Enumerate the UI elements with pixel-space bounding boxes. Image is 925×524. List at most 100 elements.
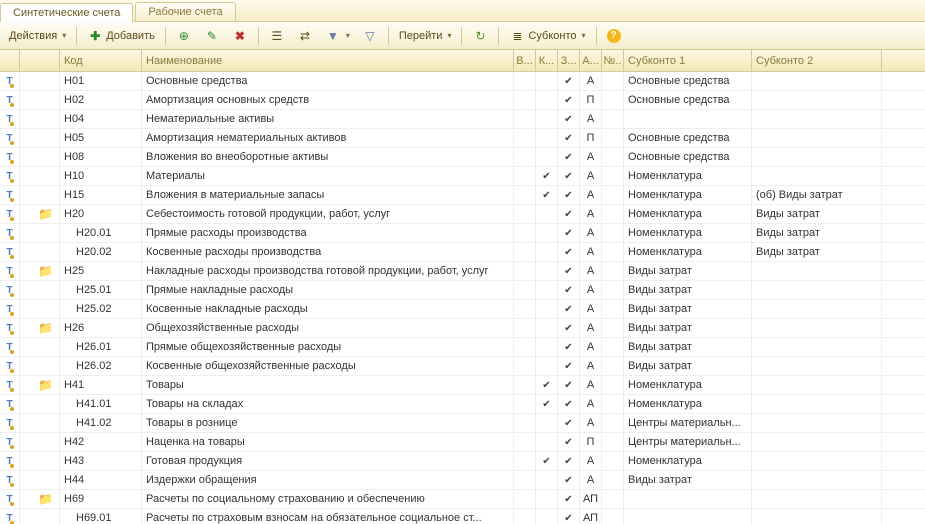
table-row[interactable]: TН26.02Косвенные общехозяйственные расхо… — [0, 357, 925, 376]
table-row[interactable]: TН10Материалы✔✔АНоменклатура — [0, 167, 925, 186]
s2-cell — [752, 338, 882, 356]
name-cell: Прямые общехозяйственные расходы — [142, 338, 514, 356]
delete-button[interactable]: ✖ — [227, 25, 253, 47]
col-folder[interactable] — [20, 50, 60, 71]
clear-filter-button[interactable]: ▽ — [357, 25, 383, 47]
row-type-icon: T — [0, 490, 20, 508]
col-k[interactable]: К... — [536, 50, 558, 71]
table-row[interactable]: TН44Издержки обращения✔АВиды затрат — [0, 471, 925, 490]
grid-body: TН01Основные средства✔АОсновные средства… — [0, 72, 925, 524]
z-cell: ✔ — [558, 205, 580, 223]
n-cell — [602, 452, 624, 470]
table-row[interactable]: TН20.02Косвенные расходы производства✔АН… — [0, 243, 925, 262]
table-row[interactable]: TН02Амортизация основных средств✔ПОсновн… — [0, 91, 925, 110]
table-row[interactable]: TН43Готовая продукция✔✔АНоменклатура — [0, 452, 925, 471]
v-cell — [514, 338, 536, 356]
table-row[interactable]: TН15Вложения в материальные запасы✔✔АНом… — [0, 186, 925, 205]
k-cell — [536, 471, 558, 489]
table-row[interactable]: T📁Н26Общехозяйственные расходы✔АВиды зат… — [0, 319, 925, 338]
table-row[interactable]: TН05Амортизация нематериальных активов✔П… — [0, 129, 925, 148]
n-cell — [602, 224, 624, 242]
table-row[interactable]: T📁Н41Товары✔✔АНоменклатура — [0, 376, 925, 395]
folder-cell: 📁 — [20, 376, 60, 394]
n-cell — [602, 414, 624, 432]
actions-menu[interactable]: Действия — [4, 27, 71, 45]
col-a[interactable]: А... — [580, 50, 602, 71]
check-icon: ✔ — [542, 380, 550, 391]
folder-cell — [20, 281, 60, 299]
v-cell — [514, 414, 536, 432]
tab-synthetic[interactable]: Синтетические счета — [0, 3, 133, 22]
row-type-icon: T — [0, 186, 20, 204]
name-cell: Общехозяйственные расходы — [142, 319, 514, 337]
v-cell — [514, 224, 536, 242]
table-row[interactable]: TН26.01Прямые общехозяйственные расходы✔… — [0, 338, 925, 357]
move-button[interactable]: ⇄ — [292, 25, 318, 47]
folder-cell — [20, 72, 60, 90]
s1-cell: Виды затрат — [624, 319, 752, 337]
name-cell: Косвенные накладные расходы — [142, 300, 514, 318]
k-cell — [536, 319, 558, 337]
col-z[interactable]: З... — [558, 50, 580, 71]
add-copy-button[interactable]: ⊕ — [171, 25, 197, 47]
hierarchy-button[interactable]: ☰ — [264, 25, 290, 47]
table-row[interactable]: T📁Н20Себестоимость готовой продукции, ра… — [0, 205, 925, 224]
code-cell: Н25.01 — [60, 281, 142, 299]
col-n[interactable]: №.. — [602, 50, 624, 71]
s1-cell: Основные средства — [624, 91, 752, 109]
check-icon: ✔ — [564, 190, 572, 201]
filter-button[interactable]: ▼ — [320, 25, 355, 47]
folder-cell: 📁 — [20, 205, 60, 223]
table-row[interactable]: TН42Наценка на товары✔ПЦентры материальн… — [0, 433, 925, 452]
name-cell: Товары — [142, 376, 514, 394]
folder-cell — [20, 414, 60, 432]
col-s2[interactable]: Субконто 2 — [752, 50, 882, 71]
v-cell — [514, 110, 536, 128]
a-cell: А — [580, 357, 602, 375]
s2-cell: (об) Виды затрат — [752, 186, 882, 204]
table-row[interactable]: TН69.01Расчеты по страховым взносам на о… — [0, 509, 925, 524]
check-icon: ✔ — [564, 399, 572, 410]
row-type-icon: T — [0, 224, 20, 242]
v-cell — [514, 281, 536, 299]
table-row[interactable]: TН25.02Косвенные накладные расходы✔АВиды… — [0, 300, 925, 319]
name-cell: Накладные расходы производства готовой п… — [142, 262, 514, 280]
name-cell: Товары в рознице — [142, 414, 514, 432]
row-type-icon: T — [0, 319, 20, 337]
k-cell: ✔ — [536, 167, 558, 185]
s1-cell: Номенклатура — [624, 395, 752, 413]
z-cell: ✔ — [558, 243, 580, 261]
row-type-icon: T — [0, 205, 20, 223]
col-code[interactable]: Код — [60, 50, 142, 71]
code-cell: Н26 — [60, 319, 142, 337]
table-row[interactable]: TН41.01Товары на складах✔✔АНоменклатура — [0, 395, 925, 414]
refresh-button[interactable]: ↻ — [467, 25, 493, 47]
table-row[interactable]: TН41.02Товары в рознице✔АЦентры материал… — [0, 414, 925, 433]
table-row[interactable]: T📁Н25Накладные расходы производства гото… — [0, 262, 925, 281]
z-cell: ✔ — [558, 395, 580, 413]
table-row[interactable]: TН08Вложения во внеоборотные активы✔АОсн… — [0, 148, 925, 167]
table-row[interactable]: TН20.01Прямые расходы производства✔АНоме… — [0, 224, 925, 243]
col-icon[interactable] — [0, 50, 20, 71]
s1-cell — [624, 110, 752, 128]
v-cell — [514, 433, 536, 451]
col-name[interactable]: Наименование — [142, 50, 514, 71]
col-s1[interactable]: Субконто 1 — [624, 50, 752, 71]
table-row[interactable]: TН04Нематериальные активы✔А — [0, 110, 925, 129]
edit-button[interactable]: ✎ — [199, 25, 225, 47]
grid-header: Код Наименование В... К... З... А... №..… — [0, 50, 925, 72]
help-button[interactable]: ? — [602, 26, 626, 46]
table-row[interactable]: T📁Н69Расчеты по социальному страхованию … — [0, 490, 925, 509]
code-cell: Н43 — [60, 452, 142, 470]
table-row[interactable]: TН25.01Прямые накладные расходы✔АВиды за… — [0, 281, 925, 300]
n-cell — [602, 281, 624, 299]
table-row[interactable]: TН01Основные средства✔АОсновные средства — [0, 72, 925, 91]
subkonto-menu[interactable]: ≣ Субконто — [504, 25, 590, 47]
name-cell: Вложения в материальные запасы — [142, 186, 514, 204]
check-icon: ✔ — [542, 456, 550, 467]
s1-cell: Виды затрат — [624, 281, 752, 299]
col-v[interactable]: В... — [514, 50, 536, 71]
tab-working[interactable]: Рабочие счета — [135, 2, 235, 21]
goto-menu[interactable]: Перейти — [394, 27, 457, 45]
add-button[interactable]: ✚ Добавить — [82, 25, 160, 47]
